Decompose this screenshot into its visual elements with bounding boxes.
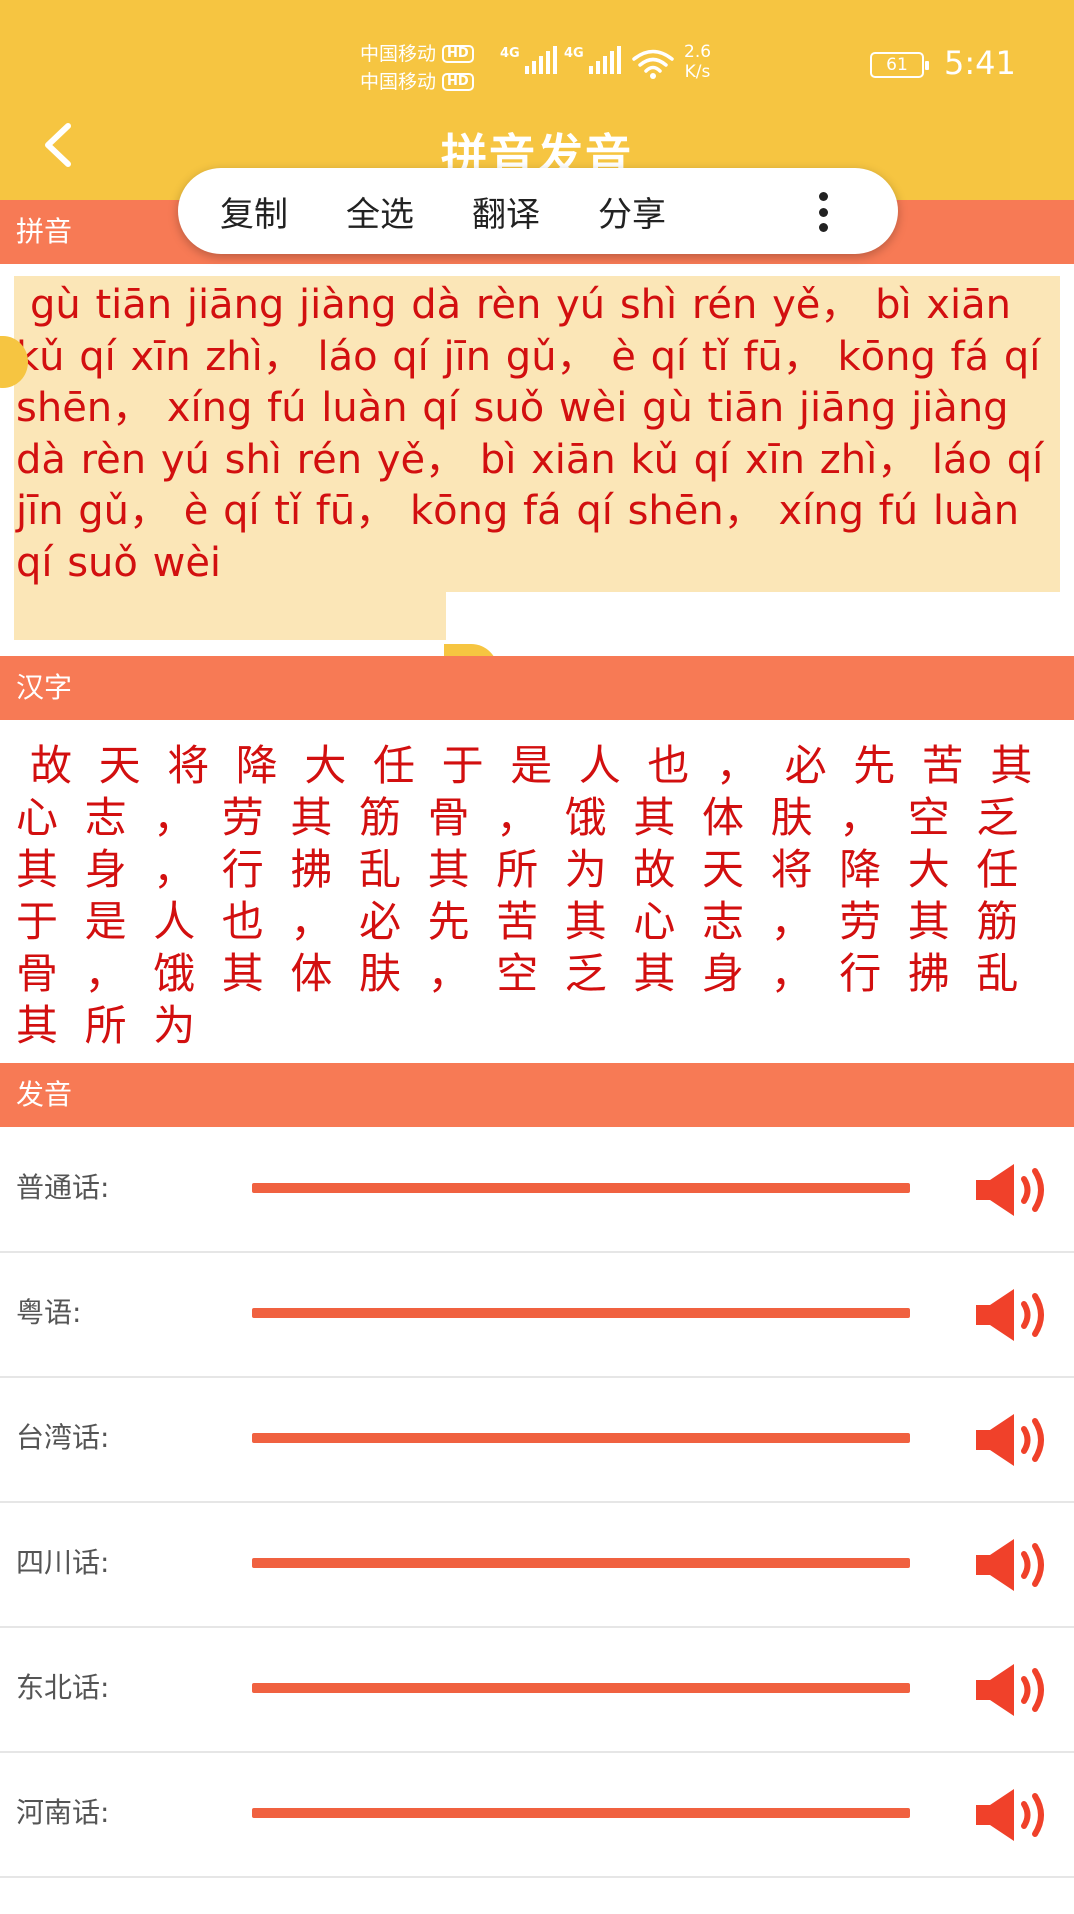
section-header-pronunciation: 发音	[0, 1063, 1074, 1127]
network-speed: 2.6 K/s	[684, 42, 711, 82]
hanzi-text[interactable]: 故天将降大任于是人也，必先苦其心志，劳其筋骨，饿其体肤，空乏其身，行拂乱其所为故…	[16, 740, 1060, 1052]
dialect-row-northeastern[interactable]: 东北话:	[0, 1628, 1074, 1753]
text-selection-highlight	[14, 592, 446, 640]
select-all-button[interactable]: 全选	[346, 187, 414, 236]
status-bar: 中国移动 HD 中国移动 HD 4G 4G 2.6 K/s 61 5:41	[0, 0, 1074, 130]
wifi-icon	[632, 49, 674, 79]
battery-icon: 61	[870, 52, 929, 78]
speaker-icon[interactable]	[974, 1412, 1056, 1468]
speed-value: 2.6	[684, 42, 712, 62]
pinyin-text[interactable]: gù tiān jiāng jiàng dà rèn yú shì rén yě…	[16, 280, 1050, 589]
share-button[interactable]: 分享	[598, 187, 666, 236]
dialect-label: 台湾话:	[16, 1421, 110, 1454]
hd-badge: HD	[442, 73, 474, 91]
speaker-icon[interactable]	[974, 1287, 1056, 1343]
speaker-icon[interactable]	[974, 1537, 1056, 1593]
more-vertical-icon[interactable]	[818, 192, 828, 232]
audio-progress-bar[interactable]	[252, 1183, 910, 1193]
translate-button[interactable]: 翻译	[472, 187, 540, 236]
carrier-name: 中国移动	[360, 71, 437, 93]
network-type: 4G	[500, 46, 520, 61]
speed-unit: K/s	[684, 62, 711, 82]
network-type: 4G	[564, 46, 584, 61]
dialect-row-sichuanese[interactable]: 四川话:	[0, 1503, 1074, 1628]
dialect-row-cantonese[interactable]: 粤语:	[0, 1253, 1074, 1378]
dialect-row-mandarin[interactable]: 普通话:	[0, 1128, 1074, 1253]
pinyin-content: gù tiān jiāng jiàng dà rèn yú shì rén yě…	[0, 264, 1074, 698]
speaker-icon[interactable]	[974, 1662, 1056, 1718]
audio-progress-bar[interactable]	[252, 1433, 910, 1443]
dialect-label: 河南话:	[16, 1796, 110, 1829]
dialect-row-henanese[interactable]: 河南话:	[0, 1753, 1074, 1878]
section-header-hanzi: 汉字	[0, 656, 1074, 720]
speaker-icon[interactable]	[974, 1162, 1056, 1218]
text-selection-menu: 复制 全选 翻译 分享	[178, 168, 898, 254]
dialect-label: 东北话:	[16, 1671, 110, 1704]
status-time: 5:41	[944, 44, 1016, 82]
dialect-label: 普通话:	[16, 1171, 110, 1204]
signal-icon: 4G	[564, 46, 621, 74]
dialect-label: 四川话:	[16, 1546, 110, 1579]
signal-icon: 4G	[500, 46, 557, 74]
audio-progress-bar[interactable]	[252, 1808, 910, 1818]
dialect-label: 粤语:	[16, 1296, 82, 1329]
carrier-info: 中国移动 HD 中国移动 HD	[360, 40, 474, 96]
audio-progress-bar[interactable]	[252, 1308, 910, 1318]
dialect-row-taiwanese[interactable]: 台湾话:	[0, 1378, 1074, 1503]
speaker-icon[interactable]	[974, 1787, 1056, 1843]
audio-progress-bar[interactable]	[252, 1683, 910, 1693]
hd-badge: HD	[442, 45, 474, 63]
carrier-name: 中国移动	[360, 43, 437, 65]
audio-progress-bar[interactable]	[252, 1558, 910, 1568]
copy-button[interactable]: 复制	[220, 187, 288, 236]
